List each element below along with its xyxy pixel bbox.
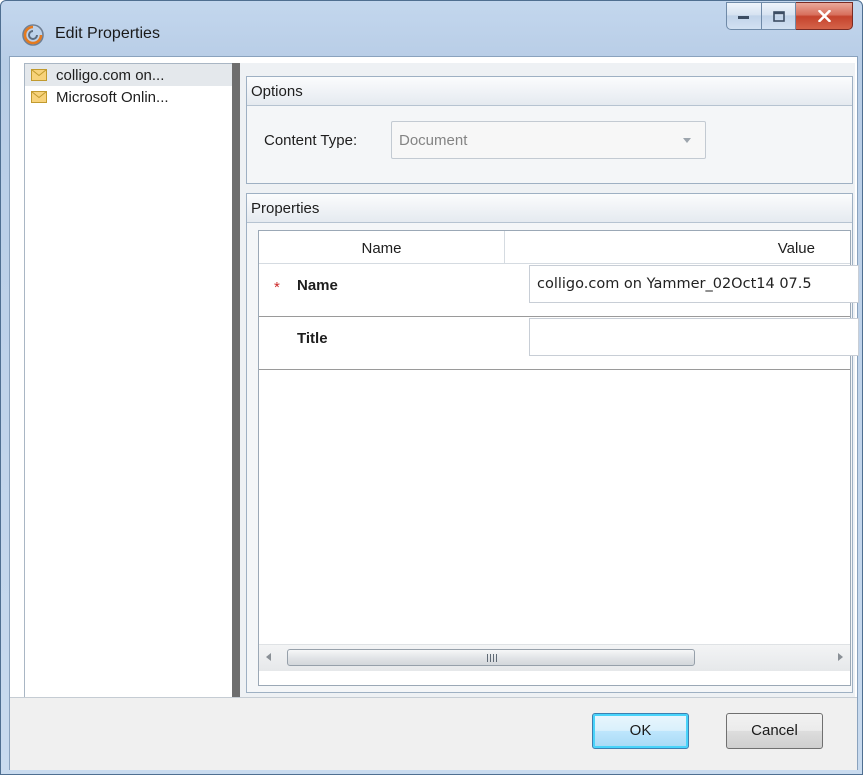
properties-grid: Name Value * Name colligo.com on Yammer_… [258,230,859,686]
content-type-label: Content Type: [264,132,358,149]
title-bar[interactable]: Edit Properties [1,1,862,57]
colligo-app-icon [22,24,44,46]
details-pane: Options Content Type: Document Propertie… [240,63,859,698]
minimize-button[interactable] [726,2,762,30]
content-type-select[interactable]: Document [391,121,706,159]
maximize-button[interactable] [762,2,796,30]
properties-header: Properties [247,194,852,223]
item-list: colligo.com on... Microsoft Onlin... [24,63,233,698]
grid-header: Name Value [259,231,850,264]
options-header: Options [247,77,852,106]
close-button[interactable] [796,2,853,30]
property-name: Title [297,330,328,347]
property-value-field[interactable] [529,318,859,356]
options-group: Options Content Type: Document [246,76,853,184]
caption-buttons [726,2,853,30]
button-bar: OK Cancel [10,697,857,770]
properties-group: Properties Name Value * Name colligo.com… [246,193,859,693]
minimize-icon [738,16,749,19]
ok-button[interactable]: OK [592,713,689,749]
column-header-value[interactable]: Value [505,231,850,263]
list-item[interactable]: colligo.com on... [25,64,232,86]
chevron-down-icon [683,138,691,143]
close-icon [817,10,831,22]
list-item-label: Microsoft Onlin... [56,88,169,106]
property-name: Name [297,277,338,294]
cancel-button[interactable]: Cancel [726,713,823,749]
content-type-value: Document [399,131,468,149]
mail-icon [31,69,47,81]
column-header-name[interactable]: Name [259,231,505,263]
table-row: Title [259,317,859,370]
list-item-label: colligo.com on... [56,66,165,84]
edit-properties-window: Edit Properties colligo.com on... Micros… [0,0,863,775]
scrollbar-thumb[interactable] [287,649,695,666]
scroll-right-icon[interactable] [838,653,843,661]
grip-icon [487,654,497,662]
list-item[interactable]: Microsoft Onlin... [25,86,232,108]
window-title: Edit Properties [55,25,160,42]
mail-icon [31,91,47,103]
scroll-left-icon[interactable] [266,653,271,661]
required-marker: * [274,279,280,296]
dialog-body: colligo.com on... Microsoft Onlin... Opt… [9,56,859,770]
horizontal-scrollbar[interactable] [259,644,850,671]
pane-splitter[interactable] [232,63,240,698]
table-row: * Name colligo.com on Yammer_02Oct14 07.… [259,264,859,317]
maximize-icon [772,10,785,22]
property-value-field[interactable]: colligo.com on Yammer_02Oct14 07.5 [529,265,859,303]
